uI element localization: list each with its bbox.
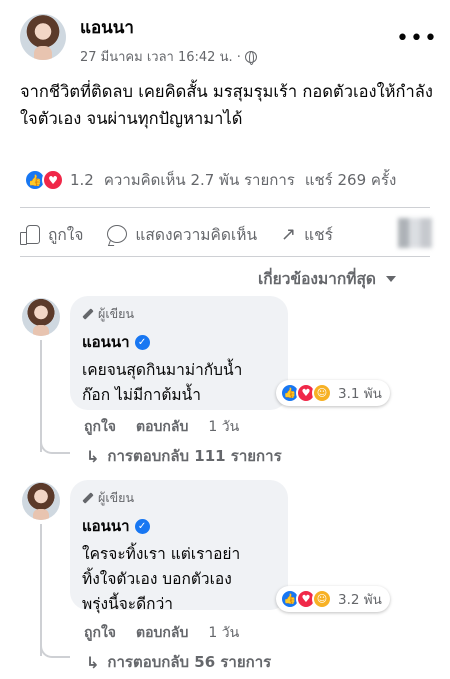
comment-reply-button[interactable]: ตอบกลับ — [136, 416, 188, 438]
reply-arrow-icon: ↳ — [86, 446, 100, 466]
comment-text-line: เคยจนสุดกินมาม่ากับน้ำ — [82, 361, 243, 379]
view-replies-link[interactable]: ↳ การตอบกลับ 111 รายการ — [86, 444, 282, 468]
post-author-avatar[interactable] — [20, 14, 66, 60]
globe-icon — [244, 50, 257, 65]
care-icon: ☺ — [312, 589, 332, 609]
comment-author-link[interactable]: แอนนา — [82, 514, 130, 538]
comment-like-button[interactable]: ถูกใจ — [84, 622, 116, 644]
shares-count[interactable]: แชร์ 269 ครั้ง — [305, 168, 397, 192]
post-action-bar: ถูกใจ แสดงความคิดเห็น ↗ แชร์ — [20, 216, 450, 252]
like-button[interactable]: ถูกใจ — [20, 222, 83, 247]
comment-actions: ถูกใจ ตอบกลับ 1 วัน — [84, 416, 239, 438]
thumbs-up-icon — [20, 224, 40, 245]
share-button-label: แชร์ — [304, 225, 333, 244]
reactions-count[interactable]: 1.2 — [70, 171, 94, 189]
comment-time[interactable]: 1 วัน — [208, 416, 239, 438]
share-button[interactable]: ↗ แชร์ — [281, 222, 333, 247]
thread-connector — [40, 440, 70, 454]
sort-label: เกี่ยวข้องมากที่สุด — [258, 270, 376, 288]
comment-text: ใครจะทิ้งเรา แต่เราอย่า ทิ้งใจตัวเอง บอก… — [82, 542, 276, 617]
view-replies-link[interactable]: ↳ การตอบกลับ 56 รายการ — [86, 650, 271, 674]
reply-arrow-icon: ↳ — [86, 652, 100, 672]
comment-bubble: ผู้เขียน แอนนา ✓ เคยจนสุดกินมาม่ากับน้ำ … — [70, 296, 288, 410]
divider — [20, 207, 430, 208]
verified-badge-icon: ✓ — [134, 334, 150, 350]
comment-button[interactable]: แสดงความคิดเห็น — [107, 222, 257, 247]
comment-text-line: ใครจะทิ้งเรา แต่เราอย่า — [82, 545, 241, 563]
comment-sort-dropdown[interactable]: เกี่ยวข้องมากที่สุด — [258, 266, 396, 291]
verified-badge-icon: ✓ — [134, 518, 150, 534]
post-text: จากชีวิตที่ติดลบ เคยคิดสั้น มรสุมรุมเร้า… — [20, 82, 433, 128]
post-timestamp[interactable]: 27 มีนาคม เวลา 16:42 น. · — [80, 46, 241, 67]
comment-reply-button[interactable]: ตอบกลับ — [136, 622, 188, 644]
blurred-avatar-icon — [398, 218, 432, 248]
divider — [20, 256, 430, 257]
comment-reactions[interactable]: 👍 ♥ ☺ 3.1 พัน — [276, 380, 390, 406]
thread-connector — [40, 644, 70, 658]
comment-author-name: แอนนา ✓ — [82, 514, 276, 538]
comment-author-link[interactable]: แอนนา — [82, 330, 130, 354]
share-icon: ↗ — [281, 223, 297, 245]
comment-text-line: ทิ้งใจตัวเอง บอกตัวเอง — [82, 570, 232, 588]
comment-author-avatar[interactable] — [22, 482, 60, 520]
like-button-label: ถูกใจ — [48, 225, 84, 244]
care-icon: ☺ — [312, 383, 332, 403]
author-badge: ผู้เขียน — [82, 304, 276, 324]
love-icon[interactable]: ♥ — [42, 169, 64, 191]
author-badge: ผู้เขียน — [82, 488, 276, 508]
replies-label: การตอบกลับ 111 รายการ — [107, 447, 282, 465]
comment-text: เคยจนสุดกินมาม่ากับน้ำ ก๊อก ไม่มีกาต้มน้… — [82, 358, 276, 408]
more-horizontal-icon[interactable]: ••• — [396, 28, 438, 50]
comment-text-line: พรุ่งนี้จะดีกว่า — [82, 595, 173, 613]
pencil-icon — [82, 308, 94, 320]
post-meta: 27 มีนาคม เวลา 16:42 น. · — [80, 46, 257, 67]
thread-line — [40, 524, 42, 656]
author-badge-label: ผู้เขียน — [98, 306, 135, 321]
comments-count[interactable]: ความคิดเห็น 2.7 พัน รายการ — [104, 168, 295, 192]
comment-reactions[interactable]: 👍 ♥ ☺ 3.2 พัน — [276, 586, 390, 612]
author-badge-label: ผู้เขียน — [98, 490, 135, 505]
replies-label: การตอบกลับ 56 รายการ — [107, 653, 272, 671]
caret-down-icon — [386, 275, 396, 282]
comment-bubble: ผู้เขียน แอนนา ✓ ใครจะทิ้งเรา แต่เราอย่า… — [70, 480, 288, 613]
comment-text-line: ก๊อก ไม่มีกาต้มน้ำ — [82, 386, 201, 404]
comment-like-button[interactable]: ถูกใจ — [84, 416, 116, 438]
comment-reactions-count: 3.2 พัน — [338, 592, 382, 608]
comment-time[interactable]: 1 วัน — [208, 622, 239, 644]
thread-line — [40, 340, 42, 452]
comment-author-name: แอนนา ✓ — [82, 330, 276, 354]
comment-icon — [107, 225, 128, 243]
comment-author-avatar[interactable] — [22, 298, 60, 336]
comment-reactions-count: 3.1 พัน — [338, 386, 382, 402]
pencil-icon — [82, 492, 94, 504]
comment-button-label: แสดงความคิดเห็น — [135, 225, 258, 244]
post-stats: 👍 ♥ 1.2 ความคิดเห็น 2.7 พัน รายการ แชร์ … — [24, 168, 396, 192]
comment-actions: ถูกใจ ตอบกลับ 1 วัน — [84, 622, 239, 644]
post-author-name[interactable]: แอนนา — [80, 14, 134, 41]
